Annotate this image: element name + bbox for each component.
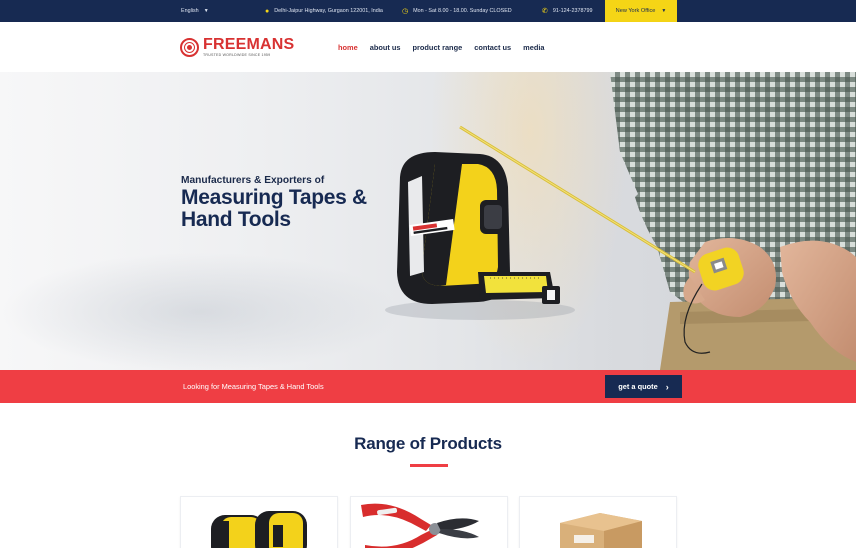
top-bar: English ▼ ● Delhi-Jaipur Highway, Gurgao… (0, 0, 856, 22)
hero-title-line-1: Measuring Tapes & (181, 186, 367, 209)
logo-name: FREEMANS (203, 36, 295, 53)
cta-text: Looking for Measuring Tapes & Hand Tools (183, 382, 324, 391)
nav-contact-us[interactable]: contact us (474, 43, 511, 52)
get-a-quote-label: get a quote (618, 382, 658, 391)
hero-image (385, 72, 856, 370)
caret-down-icon: ▼ (661, 8, 667, 14)
hours-info: ◷ Mon - Sat 8.00 - 18.00. Sunday CLOSED (402, 0, 512, 22)
nav-product-range[interactable]: product range (413, 43, 463, 52)
phone-icon: ✆ (542, 7, 548, 15)
nav-about-us[interactable]: about us (370, 43, 401, 52)
language-label: English (181, 8, 199, 14)
hero-banner: Manufacturers & Exporters of Measuring T… (0, 72, 856, 370)
pliers-image (361, 503, 479, 548)
language-selector[interactable]: English ▼ (181, 0, 209, 22)
cardboard-box-image (560, 513, 642, 548)
site-header: FREEMANS TRUSTED WORLDWIDE SINCE 1959 ho… (0, 22, 856, 72)
caret-down-icon: ▼ (203, 8, 209, 14)
hero-title: Measuring Tapes & Hand Tools (181, 187, 367, 231)
office-label: New York Office (615, 8, 656, 14)
chevron-right-icon: › (665, 381, 669, 392)
phone-info[interactable]: ✆ 91-124-2378799 (542, 0, 592, 22)
main-nav: home about us product range contact us m… (338, 22, 545, 72)
office-dropdown[interactable]: New York Office ▼ (605, 0, 677, 22)
logo-tagline: TRUSTED WORLDWIDE SINCE 1959 (203, 53, 271, 57)
tape-measures-image (211, 511, 307, 548)
logo-emblem-icon (180, 37, 199, 57)
nav-home[interactable]: home (338, 43, 358, 52)
product-card-packaging[interactable] (519, 496, 677, 548)
get-a-quote-button[interactable]: get a quote › (605, 375, 682, 398)
cta-band: Looking for Measuring Tapes & Hand Tools… (0, 370, 856, 403)
hero-subtitle: Manufacturers & Exporters of (181, 175, 325, 186)
phone-text: 91-124-2378799 (552, 8, 593, 14)
clock-icon: ◷ (402, 7, 409, 15)
address-info: ● Delhi-Jaipur Highway, Gurgaon 122001, … (265, 0, 383, 22)
nav-media[interactable]: media (523, 43, 544, 52)
location-pin-icon: ● (265, 7, 270, 15)
product-card-measuring-tapes[interactable] (180, 496, 338, 548)
title-underline (410, 464, 448, 467)
logo[interactable]: FREEMANS TRUSTED WORLDWIDE SINCE 1959 (180, 37, 294, 57)
product-card-hand-tools[interactable] (350, 496, 508, 548)
hero-title-line-2: Hand Tools (181, 208, 291, 231)
hours-text: Mon - Sat 8.00 - 18.00. Sunday CLOSED (413, 8, 512, 14)
section-title: Range of Products (354, 434, 502, 453)
address-text: Delhi-Jaipur Highway, Gurgaon 122001, In… (274, 8, 383, 14)
